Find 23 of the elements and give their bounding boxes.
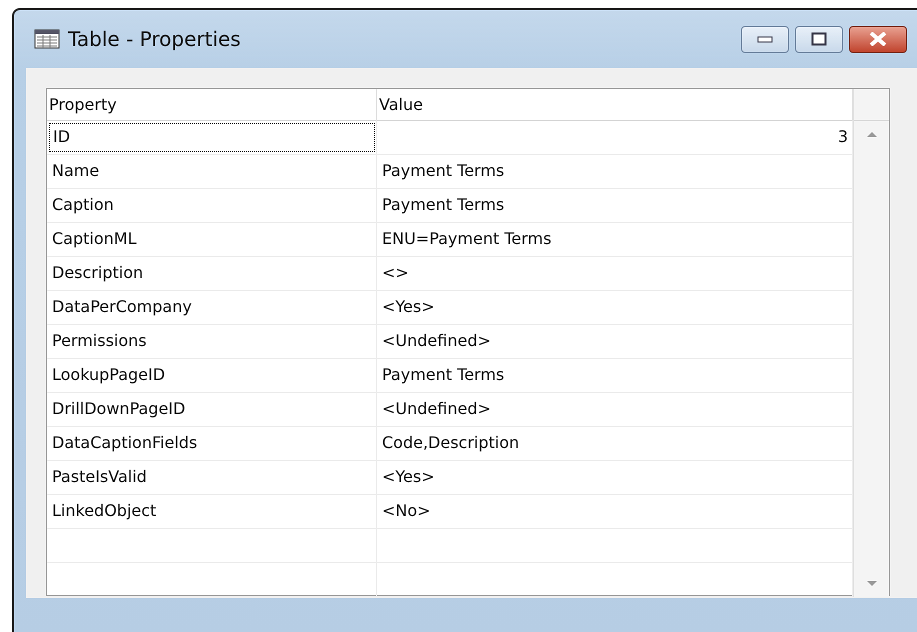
window-title: Table - Properties [68,27,242,51]
property-cell[interactable]: LinkedObject [47,495,377,528]
property-cell[interactable]: DataCaptionFields [47,427,377,460]
minimize-icon [757,35,773,43]
property-cell[interactable]: Caption [47,189,377,222]
property-cell[interactable]: ID [47,121,377,154]
property-cell[interactable]: DrillDownPageID [47,393,377,426]
column-header[interactable]: Property [47,89,377,121]
property-cell[interactable]: LookupPageID [47,359,377,392]
scroll-up-icon[interactable] [866,131,878,138]
maximize-button[interactable] [795,26,843,52]
property-cell[interactable]: CaptionML [47,223,377,256]
property-cell[interactable]: Permissions [47,325,377,358]
property-cell[interactable]: Name [47,155,377,188]
close-button[interactable] [849,26,907,52]
close-icon [868,32,888,46]
property-cell[interactable]: PasteIsValid [47,461,377,494]
restore-icon [811,32,827,46]
minimize-button[interactable] [741,26,789,52]
property-cell[interactable]: DataPerCompany [47,291,377,324]
table-icon [34,29,60,49]
scroll-down-icon[interactable] [866,580,878,587]
property-cell[interactable]: Description [47,257,377,290]
